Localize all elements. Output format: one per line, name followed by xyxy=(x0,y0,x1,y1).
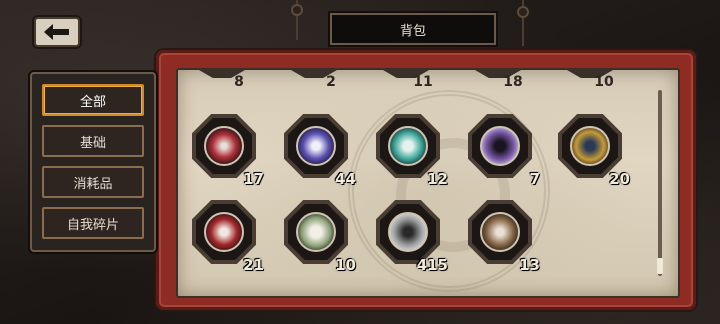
gold-gear-emblem-icon xyxy=(570,126,610,166)
category-ego-fragments-button[interactable]: 自我碎片 xyxy=(42,207,144,239)
item-count: 7 xyxy=(529,170,540,188)
category-consumables-button[interactable]: 消耗品 xyxy=(42,166,144,198)
purple-blue-emblem-icon xyxy=(296,126,336,166)
page-title: 背包 xyxy=(330,13,496,45)
purple-crescent-emblem-icon xyxy=(480,126,520,166)
item-slot[interactable]: 7 xyxy=(468,114,540,188)
item-count: 12 xyxy=(427,170,448,188)
wire-node xyxy=(517,6,529,18)
item-count: 10 xyxy=(335,256,356,274)
item-slot[interactable]: 415 xyxy=(376,200,448,274)
inventory-scroll-thumb[interactable] xyxy=(657,258,663,274)
item-count: 13 xyxy=(519,256,540,274)
red-black-emblem-icon xyxy=(204,126,244,166)
category-basic-button[interactable]: 基础 xyxy=(42,125,144,157)
crimson-figure-emblem-icon xyxy=(204,212,244,252)
item-slot[interactable]: 17 xyxy=(192,114,264,188)
item-slot[interactable]: 13 xyxy=(468,200,540,274)
teal-ring-emblem-icon xyxy=(388,126,428,166)
back-arrow-icon xyxy=(44,24,69,40)
item-count: 17 xyxy=(243,170,264,188)
back-button[interactable] xyxy=(34,17,80,47)
item-count: 44 xyxy=(335,170,356,188)
silver-dial-emblem-icon xyxy=(388,212,428,252)
item-count: 2 xyxy=(326,74,336,90)
item-slot[interactable]: 10 xyxy=(284,200,356,274)
item-count: 8 xyxy=(234,74,244,90)
item-count: 10 xyxy=(594,74,614,90)
item-slot[interactable]: 21 xyxy=(192,200,264,274)
item-count: 20 xyxy=(609,170,630,188)
wire-node xyxy=(291,4,303,16)
category-all-button[interactable]: 全部 xyxy=(42,84,144,116)
item-slot[interactable]: 44 xyxy=(284,114,356,188)
inventory-scrollbar[interactable] xyxy=(658,90,662,276)
item-count: 11 xyxy=(413,74,433,90)
bronze-tentacle-emblem-icon xyxy=(480,212,520,252)
item-slot[interactable]: 12 xyxy=(376,114,448,188)
item-count: 415 xyxy=(416,256,448,274)
category-panel: 全部 基础 消耗品 自我碎片 xyxy=(30,72,156,252)
item-count: 18 xyxy=(503,74,523,90)
item-slot[interactable]: 20 xyxy=(558,114,630,188)
white-green-emblem-icon xyxy=(296,212,336,252)
item-count: 21 xyxy=(243,256,264,274)
